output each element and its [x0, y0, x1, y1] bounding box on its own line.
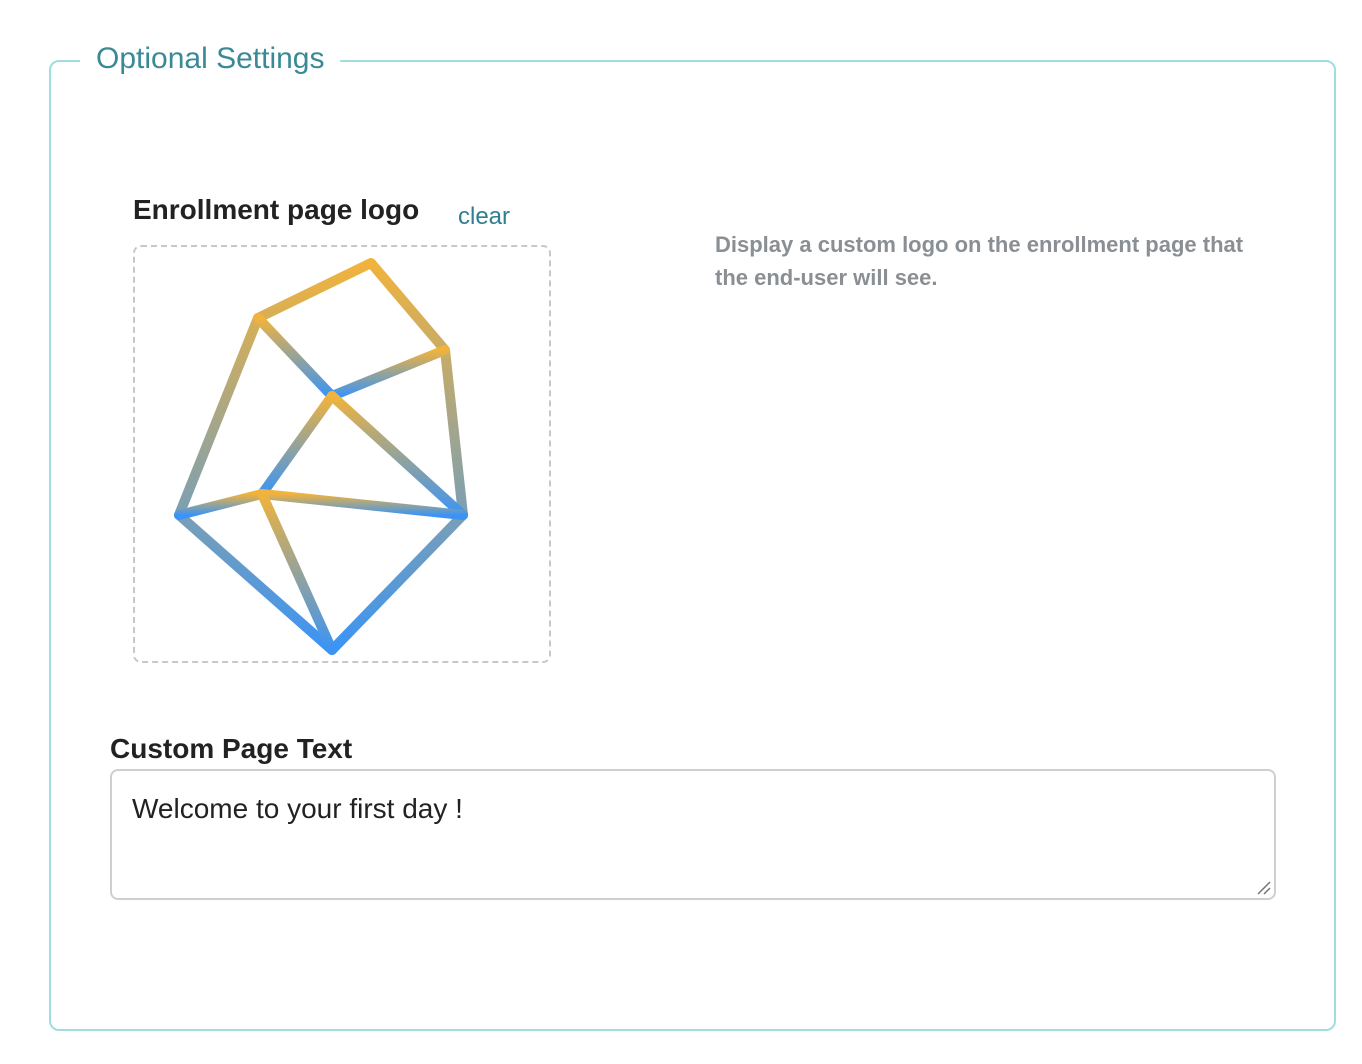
fieldset-legend: Optional Settings: [80, 40, 341, 78]
custom-page-text-label: Custom Page Text: [110, 733, 353, 764]
geometric-polygon-logo-icon: [174, 258, 468, 655]
resize-grip-icon[interactable]: [1256, 880, 1272, 896]
enrollment-logo-label: Enrollment page logo: [133, 194, 420, 225]
logo-preview-image: [174, 258, 468, 655]
logo-help-text: Display a custom logo on the enrollment …: [715, 232, 1244, 290]
logo-upload-dropzone[interactable]: [133, 245, 551, 663]
custom-page-text-input[interactable]: Welcome to your first day !: [110, 769, 1276, 900]
clear-logo-link[interactable]: clear: [458, 202, 510, 232]
